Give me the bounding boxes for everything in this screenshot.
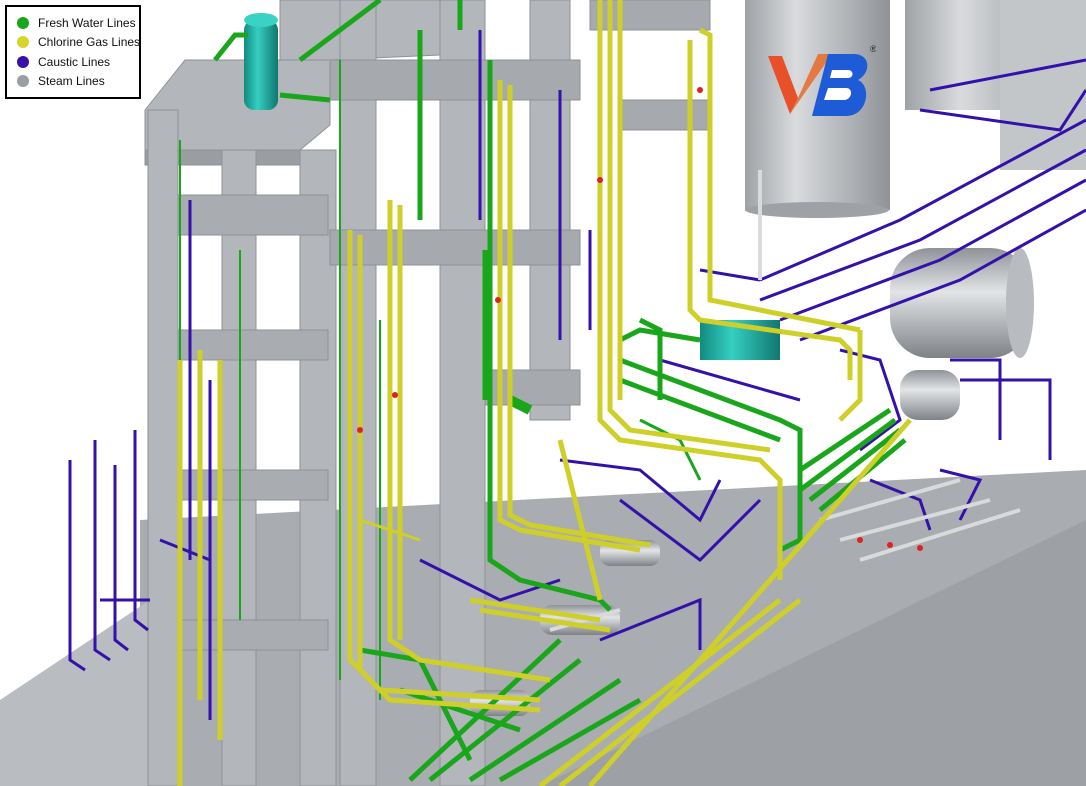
green-dot-icon [17, 16, 29, 29]
logo-v-orange [768, 56, 798, 114]
legend-item-fresh-water: Fresh Water Lines [17, 13, 139, 33]
legend-item-chlorine-gas: Chlorine Gas Lines [17, 33, 141, 53]
gray-dot-icon [17, 75, 29, 88]
vb-logo: ® [768, 44, 876, 116]
legend-label: Caustic Lines [38, 54, 111, 69]
legend-item-steam: Steam Lines [17, 72, 139, 92]
legend-label: Steam Lines [38, 74, 105, 89]
legend-label: Fresh Water Lines [38, 15, 136, 30]
plant-piping-3d-model [0, 0, 1086, 786]
yellow-dot-icon [17, 36, 29, 49]
legend-label: Chlorine Gas Lines [38, 35, 141, 50]
legend: Fresh Water Lines Chlorine Gas Lines Cau… [5, 5, 141, 99]
legend-item-caustic: Caustic Lines [17, 52, 139, 72]
purple-dot-icon [17, 55, 29, 68]
registered-mark: ® [870, 44, 876, 54]
